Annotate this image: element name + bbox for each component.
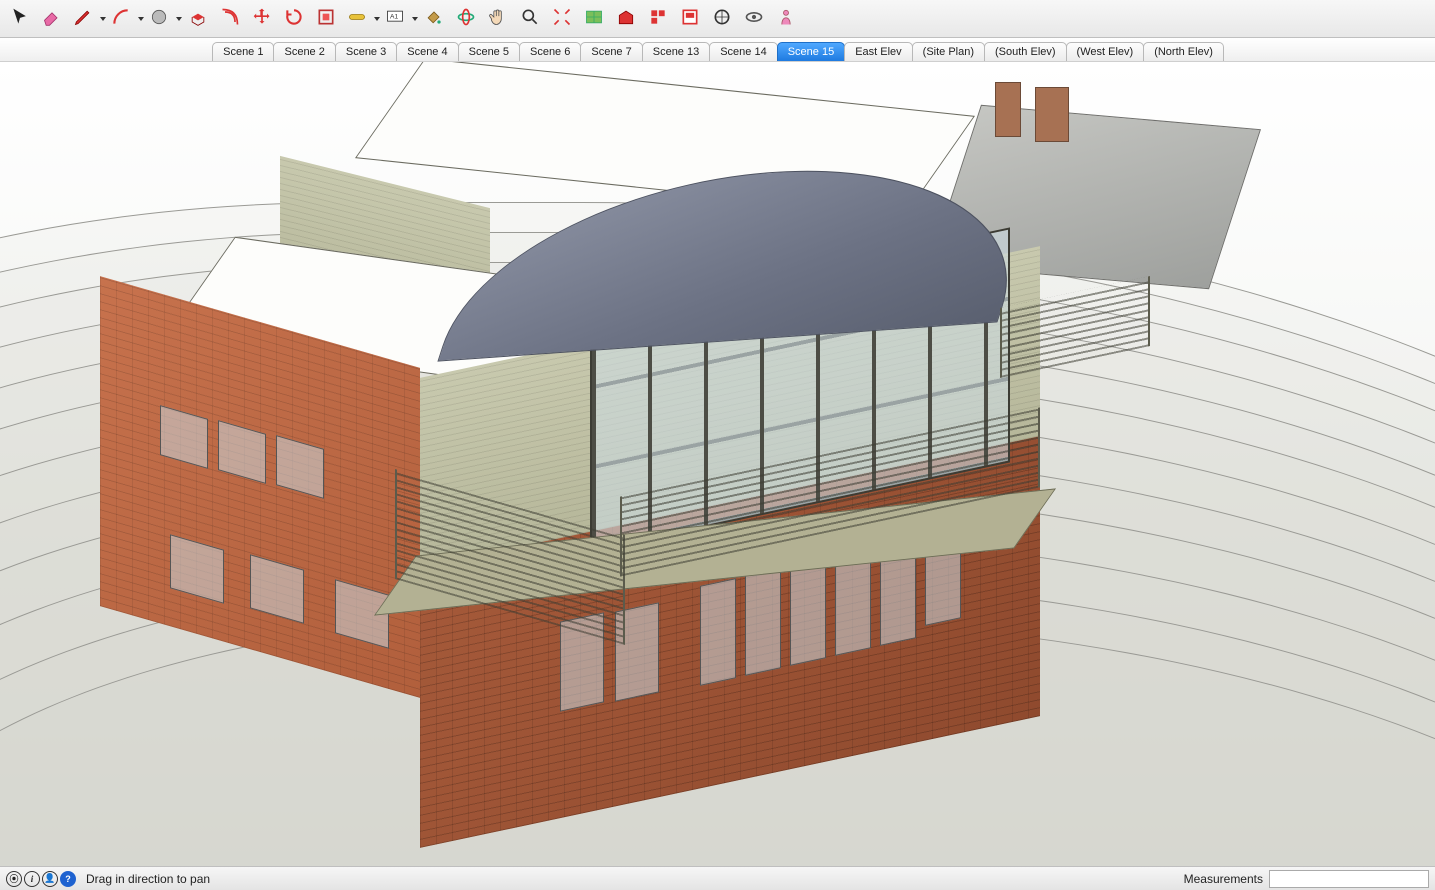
styles-tool[interactable] bbox=[708, 5, 736, 33]
warehouse-icon bbox=[616, 7, 636, 30]
scene-tab-7[interactable]: Scene 13 bbox=[642, 42, 710, 61]
scene-tab-8[interactable]: Scene 14 bbox=[709, 42, 777, 61]
orbit-icon bbox=[456, 7, 476, 30]
scale-icon bbox=[316, 7, 336, 30]
layout-icon bbox=[680, 7, 700, 30]
tape-icon bbox=[347, 7, 367, 30]
cursor-icon bbox=[10, 7, 30, 30]
scene-tab-10[interactable]: East Elev bbox=[844, 42, 912, 61]
scene-tab-12[interactable]: (South Elev) bbox=[984, 42, 1067, 61]
paint-tool[interactable] bbox=[420, 5, 448, 33]
extensions-icon bbox=[648, 7, 668, 30]
person-tool[interactable] bbox=[772, 5, 800, 33]
shape-tool[interactable] bbox=[146, 5, 180, 33]
window bbox=[790, 558, 826, 666]
text-icon: A1 bbox=[385, 7, 405, 30]
scale-tool[interactable] bbox=[312, 5, 340, 33]
status-icon-group: ⦿ i 👤 ? bbox=[6, 871, 76, 887]
eraser-tool[interactable] bbox=[38, 5, 66, 33]
user-icon[interactable]: 👤 bbox=[42, 871, 58, 887]
status-hint: Drag in direction to pan bbox=[86, 872, 1184, 886]
line-tool[interactable] bbox=[70, 5, 104, 33]
model-viewport[interactable] bbox=[0, 62, 1435, 866]
offset-icon bbox=[220, 7, 240, 30]
scene-tab-3[interactable]: Scene 4 bbox=[396, 42, 458, 61]
paint-icon bbox=[424, 7, 444, 30]
measurements-input[interactable] bbox=[1269, 870, 1429, 888]
scene-tab-14[interactable]: (North Elev) bbox=[1143, 42, 1224, 61]
status-bar: ⦿ i 👤 ? Drag in direction to pan Measure… bbox=[0, 866, 1435, 890]
move-icon bbox=[252, 7, 272, 30]
zoom-icon bbox=[520, 7, 540, 30]
rotate-icon bbox=[284, 7, 304, 30]
pencil-icon bbox=[73, 7, 93, 30]
offset-tool[interactable] bbox=[216, 5, 244, 33]
scene-tab-11[interactable]: (Site Plan) bbox=[912, 42, 985, 61]
pushpull-icon bbox=[188, 7, 208, 30]
geolocation-icon[interactable]: ⦿ bbox=[6, 871, 22, 887]
main-toolbar: A1 bbox=[0, 0, 1435, 38]
scene-tab-1[interactable]: Scene 2 bbox=[273, 42, 335, 61]
hand-icon bbox=[488, 7, 508, 30]
eye-icon bbox=[744, 7, 764, 30]
rotate-tool[interactable] bbox=[280, 5, 308, 33]
styles-icon bbox=[712, 7, 732, 30]
eraser-icon bbox=[42, 7, 62, 30]
text-tool[interactable]: A1 bbox=[382, 5, 416, 33]
move-tool[interactable] bbox=[248, 5, 276, 33]
scene-tab-bar: Scene 1Scene 2Scene 3Scene 4Scene 5Scene… bbox=[0, 38, 1435, 62]
chimney bbox=[1035, 87, 1069, 142]
measurements-label: Measurements bbox=[1184, 872, 1263, 886]
view-tool[interactable] bbox=[740, 5, 768, 33]
svg-text:A1: A1 bbox=[390, 14, 398, 21]
circle-icon bbox=[149, 7, 169, 30]
map-icon bbox=[584, 7, 604, 30]
scene-tab-5[interactable]: Scene 6 bbox=[519, 42, 581, 61]
arc-icon bbox=[111, 7, 131, 30]
layout-tool[interactable] bbox=[676, 5, 704, 33]
help-icon[interactable]: ? bbox=[60, 871, 76, 887]
scene-tab-6[interactable]: Scene 7 bbox=[580, 42, 642, 61]
orbit-tool[interactable] bbox=[452, 5, 480, 33]
window bbox=[700, 578, 736, 686]
zoomextents-tool[interactable] bbox=[548, 5, 576, 33]
warehouse-tool[interactable] bbox=[612, 5, 640, 33]
scene-tab-13[interactable]: (West Elev) bbox=[1066, 42, 1145, 61]
chimney bbox=[995, 82, 1021, 137]
extensions-tool[interactable] bbox=[644, 5, 672, 33]
scene-tab-4[interactable]: Scene 5 bbox=[458, 42, 520, 61]
scene-tab-2[interactable]: Scene 3 bbox=[335, 42, 397, 61]
zoomextents-icon bbox=[552, 7, 572, 30]
scene-tab-9[interactable]: Scene 15 bbox=[777, 42, 845, 61]
select-tool[interactable] bbox=[6, 5, 34, 33]
person-icon bbox=[776, 7, 796, 30]
arc-tool[interactable] bbox=[108, 5, 142, 33]
credits-icon[interactable]: i bbox=[24, 871, 40, 887]
window bbox=[745, 568, 781, 676]
pan-tool[interactable] bbox=[484, 5, 512, 33]
zoom-tool[interactable] bbox=[516, 5, 544, 33]
map-tool[interactable] bbox=[580, 5, 608, 33]
scene-tab-0[interactable]: Scene 1 bbox=[212, 42, 274, 61]
pushpull-tool[interactable] bbox=[184, 5, 212, 33]
tape-tool[interactable] bbox=[344, 5, 378, 33]
